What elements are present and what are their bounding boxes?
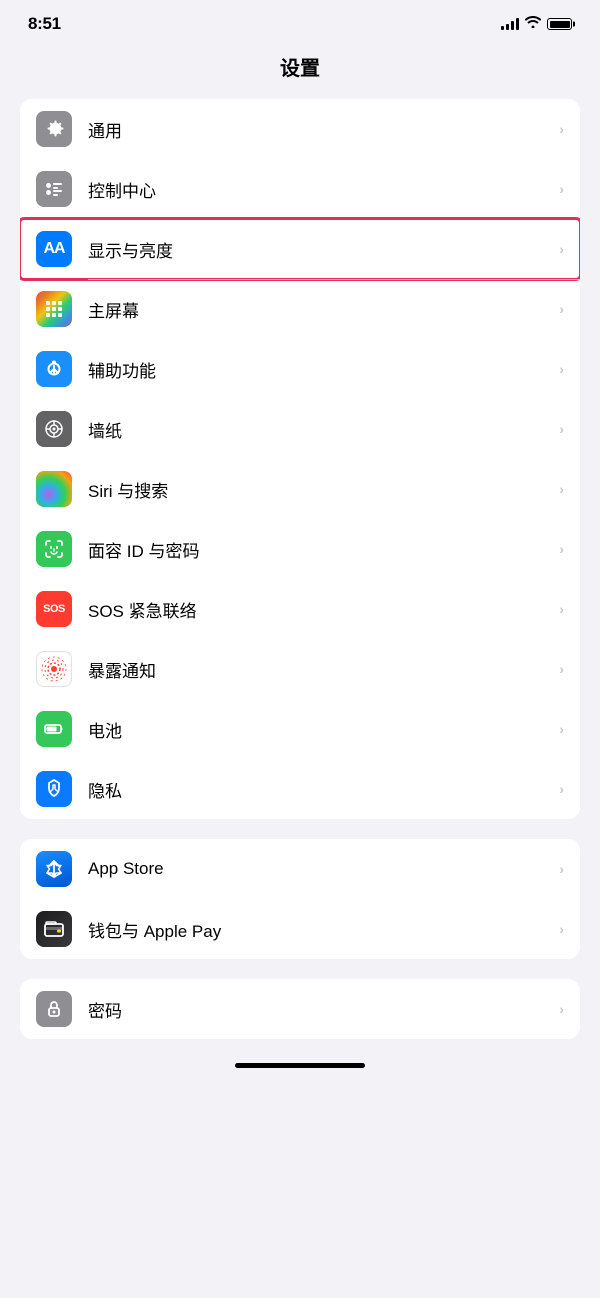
siri-label: Siri 与搜索 bbox=[88, 477, 551, 502]
control-center-label: 控制中心 bbox=[88, 177, 551, 202]
battery-chevron: › bbox=[559, 721, 564, 737]
signal-icon bbox=[501, 18, 519, 30]
display-icon: AA bbox=[36, 231, 72, 267]
exposure-chevron: › bbox=[559, 661, 564, 677]
sos-label: SOS 紧急联络 bbox=[88, 597, 551, 622]
settings-item-privacy[interactable]: 隐私 › bbox=[20, 759, 580, 819]
passwords-label: 密码 bbox=[88, 997, 551, 1022]
siri-icon bbox=[36, 471, 72, 507]
settings-item-siri[interactable]: Siri 与搜索 › bbox=[20, 459, 580, 519]
wallpaper-label: 墙纸 bbox=[88, 417, 551, 442]
battery-settings-icon bbox=[36, 711, 72, 747]
settings-item-accessibility[interactable]: 辅助功能 › bbox=[20, 339, 580, 399]
privacy-icon bbox=[36, 771, 72, 807]
settings-item-faceid[interactable]: 面容 ID 与密码 › bbox=[20, 519, 580, 579]
wifi-icon bbox=[525, 15, 541, 33]
settings-group-3: 密码 › bbox=[20, 979, 580, 1039]
settings-group-1: 通用 › 控制中心 › AA 显示与亮度 › bbox=[20, 99, 580, 819]
passwords-icon bbox=[36, 991, 72, 1027]
settings-item-appstore[interactable]: App Store › bbox=[20, 839, 580, 899]
settings-item-passwords[interactable]: 密码 › bbox=[20, 979, 580, 1039]
faceid-label: 面容 ID 与密码 bbox=[88, 537, 551, 562]
siri-chevron: › bbox=[559, 481, 564, 497]
settings-item-sos[interactable]: SOS SOS 紧急联络 › bbox=[20, 579, 580, 639]
passwords-chevron: › bbox=[559, 1001, 564, 1017]
page-title: 设置 bbox=[0, 42, 600, 99]
wallpaper-icon bbox=[36, 411, 72, 447]
settings-item-control-center[interactable]: 控制中心 › bbox=[20, 159, 580, 219]
sos-icon: SOS bbox=[36, 591, 72, 627]
status-time: 8:51 bbox=[28, 14, 61, 34]
exposure-icon bbox=[36, 651, 72, 687]
home-indicator bbox=[235, 1063, 365, 1068]
display-chevron: › bbox=[559, 241, 564, 257]
settings-item-wallet[interactable]: 钱包与 Apple Pay › bbox=[20, 899, 580, 959]
home-screen-icon bbox=[36, 291, 72, 327]
faceid-icon bbox=[36, 531, 72, 567]
accessibility-chevron: › bbox=[559, 361, 564, 377]
general-chevron: › bbox=[559, 121, 564, 137]
settings-item-home-screen[interactable]: 主屏幕 › bbox=[20, 279, 580, 339]
appstore-label: App Store bbox=[88, 859, 551, 879]
faceid-chevron: › bbox=[559, 541, 564, 557]
privacy-label: 隐私 bbox=[88, 777, 551, 802]
settings-group-2: App Store › 钱包与 Apple Pay › bbox=[20, 839, 580, 959]
home-screen-label: 主屏幕 bbox=[88, 297, 551, 322]
control-center-chevron: › bbox=[559, 181, 564, 197]
settings-item-display[interactable]: AA 显示与亮度 › bbox=[20, 219, 580, 279]
wallet-label: 钱包与 Apple Pay bbox=[88, 917, 551, 942]
sos-chevron: › bbox=[559, 601, 564, 617]
settings-item-wallpaper[interactable]: 墙纸 › bbox=[20, 399, 580, 459]
battery-label: 电池 bbox=[88, 717, 551, 742]
battery-icon bbox=[547, 18, 572, 30]
home-screen-chevron: › bbox=[559, 301, 564, 317]
accessibility-label: 辅助功能 bbox=[88, 357, 551, 382]
wallet-icon bbox=[36, 911, 72, 947]
settings-item-exposure[interactable]: 暴露通知 › bbox=[20, 639, 580, 699]
wallet-chevron: › bbox=[559, 921, 564, 937]
wallpaper-chevron: › bbox=[559, 421, 564, 437]
general-label: 通用 bbox=[88, 117, 551, 142]
exposure-label: 暴露通知 bbox=[88, 657, 551, 682]
control-center-icon bbox=[36, 171, 72, 207]
general-icon bbox=[36, 111, 72, 147]
display-label: 显示与亮度 bbox=[88, 237, 551, 262]
status-bar: 8:51 bbox=[0, 0, 600, 42]
settings-item-battery[interactable]: 电池 › bbox=[20, 699, 580, 759]
appstore-chevron: › bbox=[559, 861, 564, 877]
settings-item-general[interactable]: 通用 › bbox=[20, 99, 580, 159]
privacy-chevron: › bbox=[559, 781, 564, 797]
status-icons bbox=[501, 15, 572, 33]
accessibility-icon bbox=[36, 351, 72, 387]
appstore-icon bbox=[36, 851, 72, 887]
